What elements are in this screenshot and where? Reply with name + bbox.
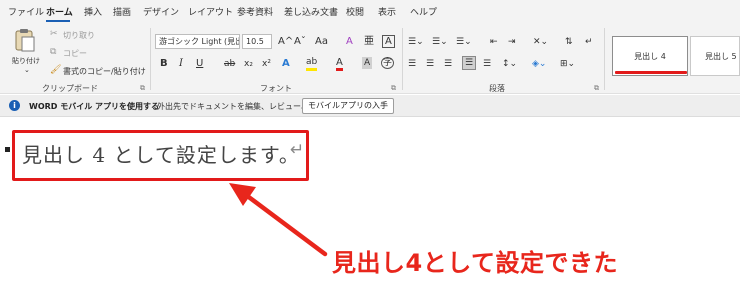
bullets-icon[interactable]: ☰⌄ <box>408 35 424 49</box>
dialog-launcher-icon[interactable]: ⧉ <box>140 84 145 93</box>
tab-mailings[interactable]: 差し込み文書 <box>284 5 338 18</box>
dialog-launcher-icon[interactable]: ⧉ <box>391 84 396 93</box>
callout-text: 見出し4として設定できた <box>332 249 618 277</box>
line-spacing-icon[interactable]: ↕⌄ <box>502 57 517 71</box>
tab-layout[interactable]: レイアウト <box>188 5 233 18</box>
copy-label: コピー <box>63 49 87 58</box>
infobar-title: WORD モバイル アプリを使用する <box>29 102 159 111</box>
text-effects-button[interactable]: A <box>282 57 290 71</box>
highlight-color-button[interactable]: ab <box>306 57 318 71</box>
multilevel-list-icon[interactable]: ☰⌄ <box>456 35 472 49</box>
ribbon: 貼り付け ⌄ ✂ 切り取り ⧉ コピー 🖌 書式のコピー/貼り付け クリップボー… <box>0 22 740 94</box>
info-icon: i <box>9 100 20 111</box>
show-marks-icon[interactable]: ↵ <box>585 35 593 49</box>
font-color-button[interactable]: A <box>336 57 343 71</box>
cut-button[interactable]: ✂ 切り取り <box>50 29 110 42</box>
change-case-button[interactable]: Aa <box>315 35 328 49</box>
subscript-button[interactable]: x₂ <box>244 57 253 71</box>
tab-insert[interactable]: 挿入 <box>84 5 102 18</box>
sort-icon[interactable]: ⇅ <box>565 35 573 49</box>
infobar-message: 外出先でドキュメントを編集、レビュー、共有 <box>157 102 325 111</box>
copy-button[interactable]: ⧉ コピー <box>50 47 110 60</box>
phonetic-guide-button[interactable]: 亜 <box>364 35 374 49</box>
character-border-button[interactable]: A <box>382 35 395 48</box>
cut-label: 切り取り <box>63 31 95 40</box>
distribute-icon[interactable]: ☰ <box>483 57 491 71</box>
menu-bar: ファイル ホーム 挿入 描画 デザイン レイアウト 参考資料 差し込み文書 校閲… <box>0 0 740 22</box>
superscript-button[interactable]: x² <box>262 57 271 71</box>
tab-design[interactable]: デザイン <box>143 5 179 18</box>
font-size-dropdown[interactable]: 10.5 <box>242 34 272 49</box>
italic-button[interactable]: I <box>179 57 183 71</box>
group-divider <box>150 28 151 90</box>
format-painter-label: 書式のコピー/貼り付け <box>63 67 146 76</box>
style-card-heading-4[interactable]: 見出し 4 <box>612 36 688 76</box>
chevron-down-icon: ⌄ <box>24 66 30 74</box>
clipboard-icon <box>15 29 35 52</box>
heading-highlight-box <box>12 130 309 181</box>
paint-bucket-icon[interactable]: ◈⌄ <box>532 57 546 71</box>
grow-font-button[interactable]: A^ <box>278 35 293 49</box>
asian-layout-icon[interactable]: ✕⌄ <box>533 35 548 49</box>
decrease-indent-icon[interactable]: ⇤ <box>490 35 498 49</box>
increase-indent-icon[interactable]: ⇥ <box>508 35 516 49</box>
mobile-app-infobar: i WORD モバイル アプリを使用する 外出先でドキュメントを編集、レビュー、… <box>0 95 740 117</box>
paste-label: 貼り付け <box>12 57 40 65</box>
paintbrush-icon: 🖌 <box>50 65 62 75</box>
borders-icon[interactable]: ⊞⌄ <box>560 57 575 71</box>
tab-help[interactable]: ヘルプ <box>410 5 437 18</box>
dialog-launcher-icon[interactable]: ⧉ <box>594 84 599 93</box>
scissors-icon: ✂ <box>50 29 58 39</box>
strikethrough-button[interactable]: ab <box>224 57 235 71</box>
numbering-icon[interactable]: ☰⌄ <box>432 35 448 49</box>
align-right-icon[interactable]: ☰ <box>444 57 452 71</box>
justify-icon[interactable]: ☰ <box>462 56 477 70</box>
group-divider <box>402 28 403 90</box>
align-center-icon[interactable]: ☰ <box>426 57 434 71</box>
underline-button[interactable]: U <box>196 57 203 71</box>
enclose-characters-button[interactable]: 字 <box>381 57 395 69</box>
style-card-heading-5[interactable]: 見出し 5 <box>690 36 740 76</box>
bold-button[interactable]: B <box>160 57 168 71</box>
shrink-font-button[interactable]: Aˇ <box>294 35 306 49</box>
align-left-icon[interactable]: ☰ <box>408 57 416 71</box>
clipboard-group-label: クリップボード <box>42 84 98 93</box>
tab-review[interactable]: 校閲 <box>346 5 364 18</box>
font-name-dropdown[interactable]: 游ゴシック Light (見出 <box>155 34 240 49</box>
tab-file[interactable]: ファイル <box>8 5 44 18</box>
tab-view[interactable]: 表示 <box>378 5 396 18</box>
font-group-label: フォント <box>260 84 292 93</box>
paste-button[interactable]: 貼り付け ⌄ <box>10 28 40 76</box>
copy-icon: ⧉ <box>50 47 57 57</box>
group-divider <box>604 28 605 90</box>
clear-format-button[interactable]: A <box>346 35 353 49</box>
tab-references[interactable]: 参考資料 <box>237 5 273 18</box>
heading-bullet-marker <box>5 147 10 152</box>
character-shading-button[interactable]: A <box>362 57 373 69</box>
format-painter-button[interactable]: 🖌 書式のコピー/貼り付け <box>50 65 150 78</box>
get-mobile-app-button[interactable]: モバイルアプリの入手 <box>302 98 394 114</box>
tab-home[interactable]: ホーム <box>46 5 73 18</box>
style-highlight-underline <box>615 71 687 74</box>
paragraph-group-label: 段落 <box>489 84 505 93</box>
tab-draw[interactable]: 描画 <box>113 5 131 18</box>
